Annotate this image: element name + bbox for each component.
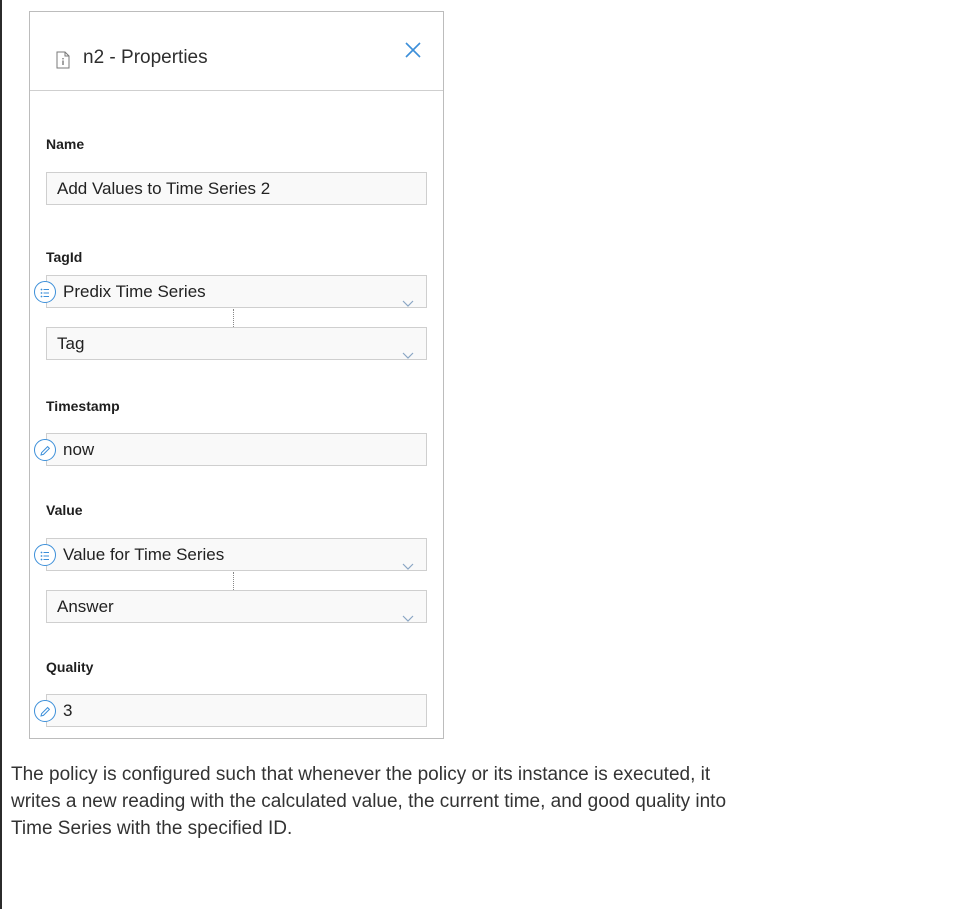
- list-icon[interactable]: [34, 281, 56, 303]
- timestamp-value: now: [63, 440, 95, 459]
- value-item-select[interactable]: Answer: [46, 590, 427, 623]
- chevron-down-icon: [402, 339, 414, 370]
- tagid-source-value: Predix Time Series: [63, 282, 206, 301]
- list-icon[interactable]: [34, 544, 56, 566]
- close-icon: [405, 42, 421, 58]
- timestamp-label: Timestamp: [46, 398, 120, 414]
- pencil-icon[interactable]: [34, 700, 56, 722]
- value-item-value: Answer: [57, 597, 114, 616]
- value-source-select[interactable]: Value for Time Series: [34, 538, 427, 571]
- value-source-value: Value for Time Series: [63, 545, 225, 564]
- panel-title: n2 - Properties: [83, 47, 208, 68]
- document-icon: [56, 51, 70, 74]
- connector-line: [233, 309, 234, 327]
- properties-panel: n2 - Properties Name Add Values to Time …: [29, 11, 444, 739]
- description-line: writes a new reading with the calculated…: [11, 791, 727, 812]
- close-button[interactable]: [401, 38, 425, 62]
- chevron-down-icon: [402, 602, 414, 633]
- description-line: Time Series with the specified ID.: [11, 818, 293, 839]
- quality-label: Quality: [46, 659, 94, 675]
- pencil-icon[interactable]: [34, 439, 56, 461]
- document-margin-bar: [0, 0, 2, 909]
- panel-header: n2 - Properties: [30, 12, 443, 91]
- tagid-source-select[interactable]: Predix Time Series: [34, 275, 427, 308]
- name-input[interactable]: Add Values to Time Series 2: [46, 172, 427, 205]
- description-paragraph: The policy is configured such that whene…: [11, 761, 971, 842]
- description-line: The policy is configured such that whene…: [11, 764, 711, 785]
- value-label: Value: [46, 502, 83, 518]
- tagid-label: TagId: [46, 249, 83, 265]
- tagid-item-select[interactable]: Tag: [46, 327, 427, 360]
- name-label: Name: [46, 136, 85, 152]
- connector-line: [233, 572, 234, 590]
- chevron-down-icon: [402, 550, 414, 581]
- tagid-item-value: Tag: [57, 334, 85, 353]
- quality-input[interactable]: 3: [34, 694, 427, 727]
- timestamp-input[interactable]: now: [34, 433, 427, 466]
- quality-value: 3: [63, 701, 73, 720]
- chevron-down-icon: [402, 287, 414, 318]
